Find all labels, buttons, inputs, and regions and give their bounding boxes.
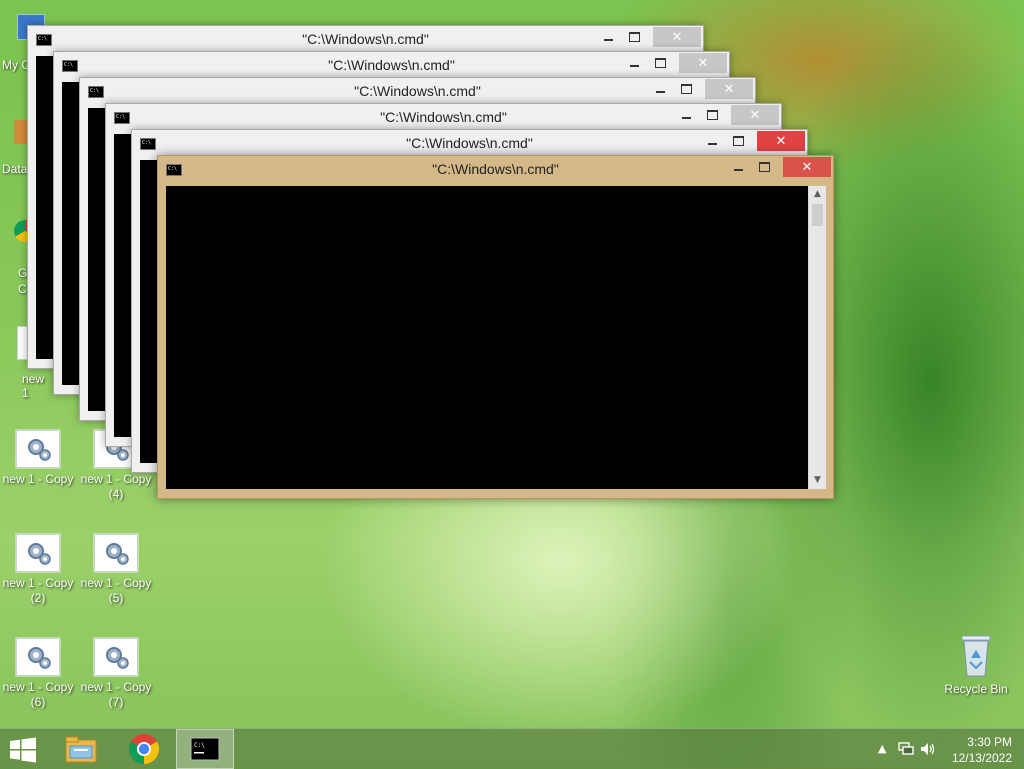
window-titlebar[interactable]: "C:\Windows\n.cmd" ✕ — [158, 156, 833, 183]
desktop-icon-label: new 1 - Copy — [2, 680, 74, 694]
desktop-icon-label-suffix: (2) — [30, 591, 46, 605]
minimize-icon — [655, 91, 665, 93]
desktop-icon-recycle-bin[interactable]: Recycle Bin — [944, 632, 1008, 696]
svg-text:C:\: C:\ — [194, 742, 205, 749]
chrome-icon — [128, 734, 160, 764]
minimize-icon — [603, 39, 613, 41]
desktop-edge-label-new1: new 1 — [22, 372, 45, 400]
minimize-icon — [707, 143, 717, 145]
close-button[interactable]: ✕ — [705, 79, 753, 99]
scroll-down-arrow-icon[interactable]: ▼ — [809, 472, 826, 489]
window-titlebar[interactable]: "C:\Windows\n.cmd" ✕ — [28, 26, 703, 53]
window-titlebar[interactable]: "C:\Windows\n.cmd" ✕ — [106, 104, 781, 131]
maximize-icon — [706, 110, 718, 120]
start-button[interactable] — [8, 737, 38, 763]
taskbar: C:\ ▲ 3:30 PM 12/13/2022 — [0, 728, 1024, 769]
desktop-icon-new1-copy[interactable]: new 1 - Copy — [0, 430, 76, 487]
taskbar-cmd[interactable]: C:\ — [176, 729, 234, 769]
desktop-icon-label-suffix: (6) — [30, 695, 46, 709]
desktop-icon-label-suffix: (4) — [108, 487, 124, 501]
window-titlebar[interactable]: "C:\Windows\n.cmd" ✕ — [54, 52, 729, 79]
minimize-button[interactable] — [595, 27, 621, 47]
cmd-window-active[interactable]: "C:\Windows\n.cmd" ✕ ▲ ▼ — [157, 155, 834, 499]
maximize-button[interactable] — [751, 157, 777, 177]
settings-file-icon — [16, 534, 60, 572]
settings-file-icon — [94, 638, 138, 676]
minimize-icon — [629, 65, 639, 67]
desktop-icon-new1-copy-6[interactable]: new 1 - Copy (6) — [0, 638, 76, 710]
window-titlebar[interactable]: "C:\Windows\n.cmd" ✕ — [132, 130, 807, 157]
settings-file-icon — [94, 534, 138, 572]
close-button[interactable]: ✕ — [757, 131, 805, 151]
desktop-icon-label: new 1 - Copy — [2, 576, 74, 590]
desktop-icon-new1-copy-7[interactable]: new 1 - Copy (7) — [78, 638, 154, 710]
desktop-edge-icon-mycomputer[interactable] — [0, 14, 45, 40]
maximize-button[interactable] — [725, 131, 751, 151]
maximize-button[interactable] — [647, 53, 673, 73]
recycle-bin-icon — [961, 635, 991, 677]
scrollbar-thumb[interactable] — [812, 204, 823, 226]
taskbar-chrome[interactable] — [120, 729, 168, 769]
minimize-icon — [681, 117, 691, 119]
desktop-edge-icon-data[interactable] — [0, 120, 30, 144]
taskbar-file-explorer[interactable] — [57, 729, 105, 769]
settings-file-icon — [16, 638, 60, 676]
desktop-icon-new1-copy-5[interactable]: new 1 - Copy (5) — [78, 534, 154, 606]
maximize-icon — [758, 162, 770, 172]
clock-time: 3:30 PM — [967, 735, 1012, 749]
desktop-icon-label: new 1 - Copy — [80, 472, 152, 486]
cmd-icon: C:\ — [190, 737, 220, 761]
desktop-icon-label: new 1 - Copy — [2, 472, 74, 486]
maximize-icon — [732, 136, 744, 146]
settings-file-icon — [16, 430, 60, 468]
maximize-button[interactable] — [621, 27, 647, 47]
minimize-button[interactable] — [699, 131, 725, 151]
window-titlebar[interactable]: "C:\Windows\n.cmd" ✕ — [80, 78, 755, 105]
clock-date: 12/13/2022 — [951, 751, 1012, 765]
maximize-button[interactable] — [699, 105, 725, 125]
desktop-edge-icon-new1[interactable] — [0, 326, 39, 360]
minimize-button[interactable] — [621, 53, 647, 73]
desktop-icon-new1-copy-2[interactable]: new 1 - Copy (2) — [0, 534, 76, 606]
system-tray: ▲ 3:30 PM 12/13/2022 — [854, 729, 1024, 769]
close-button[interactable]: ✕ — [783, 157, 831, 177]
scroll-up-arrow-icon[interactable]: ▲ — [809, 186, 826, 203]
desktop-icon-label: new 1 - Copy — [80, 680, 152, 694]
desktop-icon-label: new 1 - Copy — [80, 576, 152, 590]
recycle-bin-label: Recycle Bin — [944, 682, 1008, 696]
desktop-edge-icon-chrome[interactable] — [0, 220, 36, 242]
maximize-icon — [628, 32, 640, 42]
minimize-button[interactable] — [647, 79, 673, 99]
minimize-icon — [733, 169, 743, 171]
vertical-scrollbar[interactable]: ▲ ▼ — [808, 186, 826, 489]
minimize-button[interactable] — [673, 105, 699, 125]
taskbar-clock[interactable]: 3:30 PM 12/13/2022 — [952, 734, 1012, 766]
desktop-icon-label-suffix: (7) — [108, 695, 124, 709]
close-button[interactable]: ✕ — [731, 105, 779, 125]
maximize-icon — [654, 58, 666, 68]
file-explorer-icon — [65, 736, 97, 763]
network-icon[interactable] — [898, 742, 914, 756]
close-button[interactable]: ✕ — [653, 27, 701, 47]
show-hidden-icons-chevron-icon[interactable]: ▲ — [878, 742, 886, 755]
console-area[interactable] — [166, 186, 808, 489]
volume-icon[interactable] — [920, 742, 936, 756]
maximize-button[interactable] — [673, 79, 699, 99]
maximize-icon — [680, 84, 692, 94]
close-button[interactable]: ✕ — [679, 53, 727, 73]
minimize-button[interactable] — [725, 157, 751, 177]
desktop-icon-label-suffix: (5) — [108, 591, 124, 605]
windows-start-icon — [10, 737, 36, 763]
